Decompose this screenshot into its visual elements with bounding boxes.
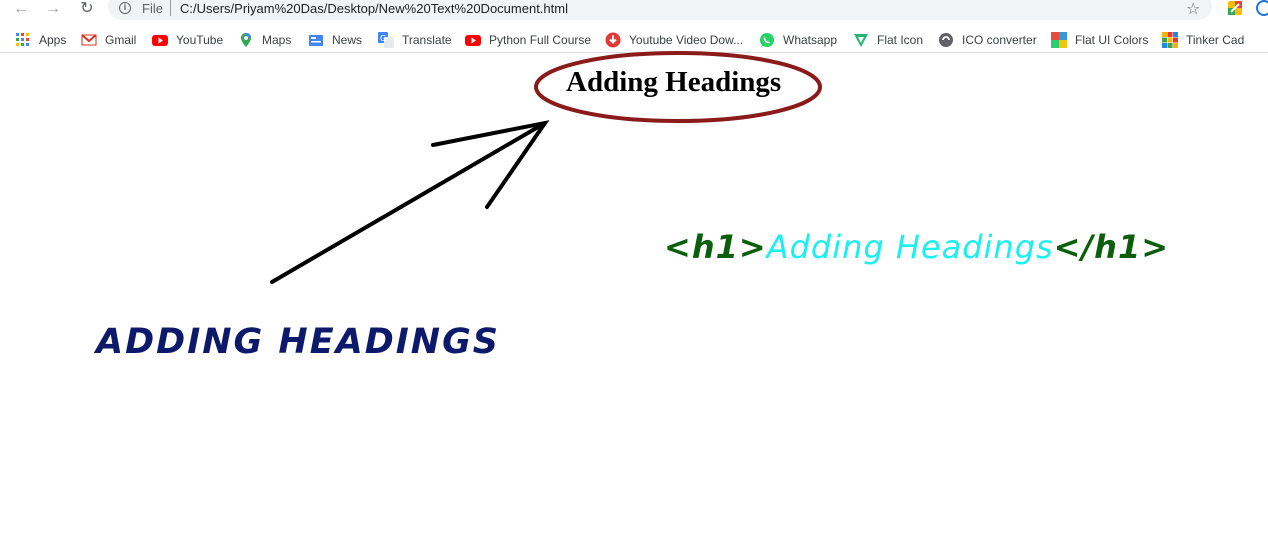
code-open-tag: <h1> bbox=[664, 228, 767, 266]
code-inner-text: Adding Headings bbox=[766, 228, 1054, 266]
annotation-layer bbox=[270, 51, 822, 284]
code-snippet: <h1>Adding Headings</h1> bbox=[664, 228, 1169, 266]
code-close-tag: </h1> bbox=[1053, 228, 1170, 266]
annotation-caption: ADDING HEADINGS bbox=[96, 322, 501, 362]
pointer-arrow bbox=[270, 120, 550, 284]
highlight-ellipse bbox=[534, 51, 822, 123]
